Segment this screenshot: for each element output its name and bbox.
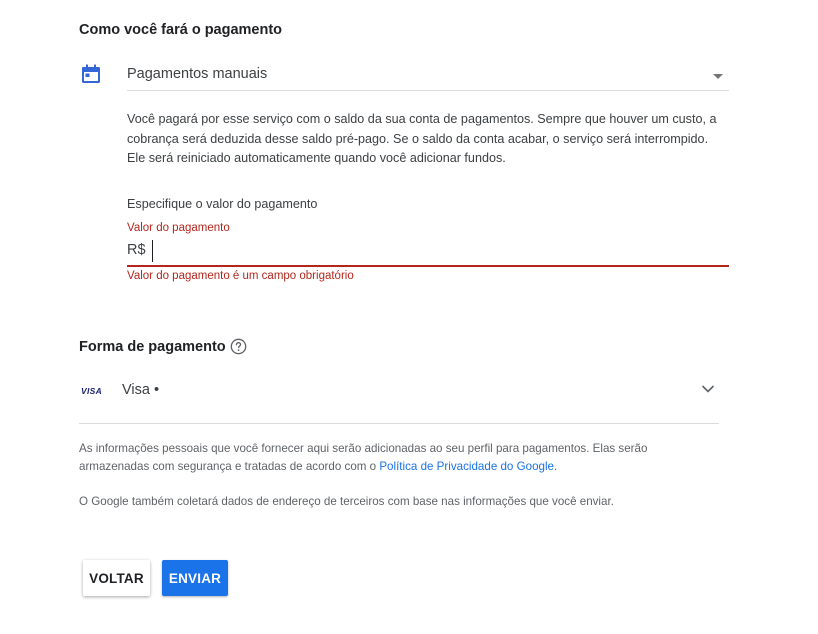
amount-error-message: Valor do pagamento é um campo obrigatóri…: [127, 270, 354, 282]
privacy-info-end: .: [554, 460, 558, 473]
payment-how-title: Como você fará o pagamento: [79, 22, 283, 38]
payment-method-title: Forma de pagamento: [79, 339, 226, 355]
payment-method-label: Visa •: [122, 382, 160, 398]
dropdown-arrow-icon: [713, 74, 723, 79]
help-circle-icon[interactable]: [230, 338, 247, 355]
payment-mode-value: Pagamentos manuais: [127, 66, 268, 82]
privacy-info-text: As informações pessoais que você fornece…: [79, 442, 648, 473]
calendar-icon: [82, 64, 100, 83]
amount-input[interactable]: [152, 240, 725, 262]
payment-method-select[interactable]: VISA Visa •: [79, 377, 719, 424]
payment-mode-description: Você pagará por esse serviço com o saldo…: [127, 112, 717, 165]
back-button[interactable]: VOLTAR: [83, 560, 150, 596]
visa-logo: VISA: [81, 386, 103, 396]
send-button[interactable]: ENVIAR: [162, 560, 228, 596]
chevron-down-icon: [701, 385, 715, 393]
amount-section-label: Especifique o valor do pagamento: [127, 197, 318, 211]
currency-prefix: R$: [127, 242, 146, 258]
amount-field[interactable]: R$: [127, 240, 729, 267]
privacy-policy-link[interactable]: Política de Privacidade do Google: [379, 460, 554, 473]
amount-field-label: Valor do pagamento: [127, 222, 230, 234]
third-party-info: O Google também coletará dados de endere…: [79, 495, 614, 508]
payment-mode-select[interactable]: Pagamentos manuais: [127, 62, 729, 91]
privacy-info: As informações pessoais que você fornece…: [79, 440, 719, 476]
